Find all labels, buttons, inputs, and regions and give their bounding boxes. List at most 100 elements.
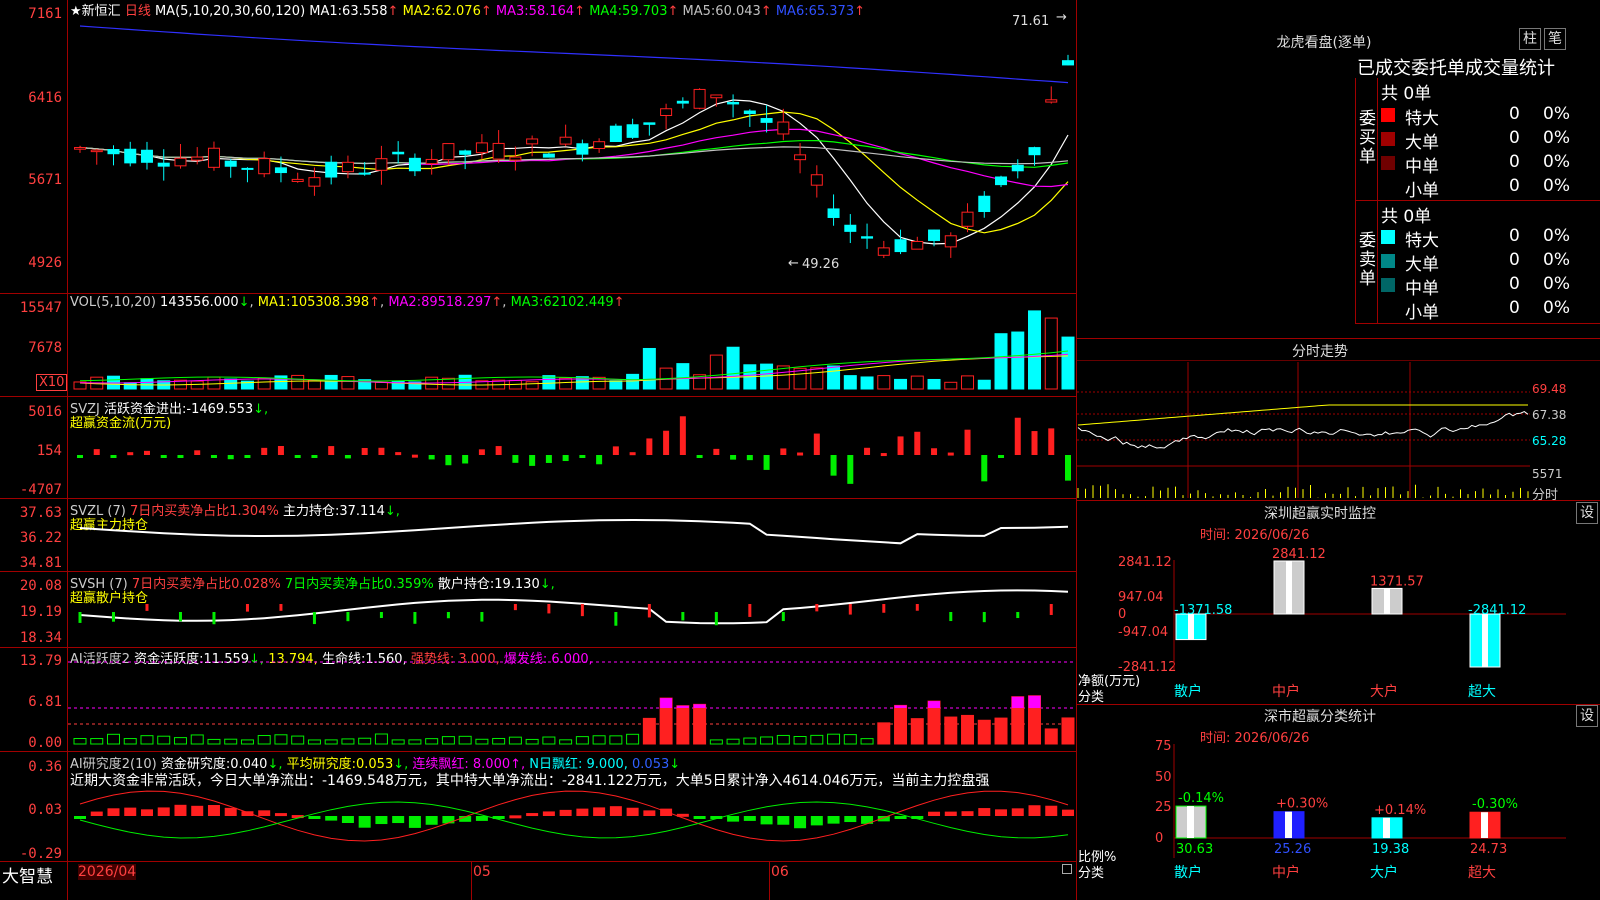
sz-monitor-category: 大户 bbox=[1370, 683, 1398, 700]
activity-bar bbox=[961, 714, 975, 745]
sz-monitor-bar-label: -1371.58 bbox=[1174, 603, 1232, 618]
candle-body bbox=[911, 240, 924, 250]
buy-side-label: 委买单 bbox=[1359, 109, 1376, 167]
candle-body bbox=[1011, 164, 1024, 172]
fund-flow-bar bbox=[110, 455, 117, 458]
fund-flow-bar bbox=[981, 455, 988, 482]
intraday-y-tick: 69.48 bbox=[1532, 382, 1567, 396]
activity-bar bbox=[693, 703, 707, 745]
sz-class-settings-button[interactable]: 设 bbox=[1576, 705, 1598, 727]
buy-s-pct: 0% bbox=[1543, 176, 1570, 196]
bar-mode-button[interactable]: 柱 bbox=[1519, 28, 1541, 50]
fund-flow-bar bbox=[210, 455, 217, 458]
candle-body bbox=[492, 142, 505, 160]
activity-bar bbox=[441, 736, 455, 745]
research-bar bbox=[559, 809, 572, 816]
sz-class-bar bbox=[1371, 817, 1403, 839]
sz-class-bar bbox=[1175, 805, 1207, 839]
main-position-line bbox=[79, 518, 1069, 545]
activity-bar bbox=[626, 733, 640, 745]
panel-divider bbox=[1077, 360, 1600, 361]
candle-body bbox=[459, 150, 472, 155]
candle-body bbox=[877, 247, 890, 256]
fund-flow-bar bbox=[411, 454, 418, 458]
fund-flow-bar bbox=[696, 455, 703, 458]
sz-monitor-bar bbox=[1469, 613, 1501, 668]
sell-l-label: 大单 bbox=[1405, 255, 1439, 275]
volume-bar bbox=[709, 354, 723, 390]
research-bar bbox=[961, 811, 974, 816]
sz-monitor-y-tick: 0 bbox=[1118, 607, 1126, 622]
research-bar bbox=[693, 816, 706, 819]
activity-bar bbox=[525, 738, 539, 745]
activity-burst bbox=[928, 701, 941, 708]
candle-body bbox=[810, 174, 823, 186]
activity-bar bbox=[559, 739, 573, 745]
fund-flow-bar bbox=[227, 455, 234, 460]
candle-body bbox=[777, 121, 790, 135]
candle-body bbox=[258, 158, 271, 175]
retail-tick bbox=[915, 604, 919, 611]
activity-bar bbox=[977, 719, 991, 745]
fund-flow-bar bbox=[813, 433, 820, 455]
fund-flow-bar bbox=[462, 455, 469, 464]
sell-m-pct: 0% bbox=[1543, 274, 1570, 294]
candle-body bbox=[995, 176, 1008, 186]
research-bar bbox=[191, 805, 204, 816]
candle-body bbox=[509, 156, 522, 161]
sz-class-category: 超大 bbox=[1468, 865, 1496, 881]
main-chart-area[interactable]: 7161 6416 5671 4926 15547 7678 X10 5016 … bbox=[0, 0, 1076, 900]
activity-bar bbox=[592, 735, 606, 745]
volume-bar bbox=[944, 381, 958, 390]
sz-monitor-settings-button[interactable]: 设 bbox=[1576, 502, 1598, 524]
sell-l-pct: 0% bbox=[1543, 250, 1570, 270]
candle-body bbox=[542, 153, 555, 158]
volume-bar bbox=[927, 378, 941, 390]
ma-line-1 bbox=[79, 99, 1069, 245]
sz-class-y-tick: 0 bbox=[1155, 831, 1163, 846]
candle-body bbox=[124, 148, 137, 164]
research-bar bbox=[325, 816, 338, 821]
fund-flow-bar bbox=[294, 455, 301, 458]
volume-bar bbox=[810, 367, 824, 390]
activity-bar bbox=[358, 737, 372, 745]
retail-tick bbox=[748, 604, 752, 617]
panel-divider bbox=[1077, 500, 1600, 501]
sell-m-count: 0 bbox=[1509, 274, 1520, 294]
activity-bar bbox=[810, 734, 824, 745]
research-bar bbox=[207, 805, 220, 816]
fund-flow-bar bbox=[880, 453, 887, 457]
retail-tick bbox=[1016, 612, 1020, 619]
sz-monitor-bar bbox=[1273, 560, 1305, 615]
fund-flow-bar bbox=[428, 455, 435, 460]
activity-bar bbox=[709, 739, 723, 745]
sz-monitor-bar-highlight bbox=[1286, 561, 1292, 614]
dragon-tiger-tabs[interactable]: 已成交委托单成交量统计 bbox=[1357, 54, 1555, 80]
fund-flow-bar bbox=[931, 448, 938, 455]
fund-flow-bar bbox=[998, 455, 1005, 458]
sz-class-bar-highlight bbox=[1187, 806, 1194, 838]
research-bar bbox=[425, 816, 438, 825]
research-bar bbox=[157, 807, 170, 816]
fund-flow-bar bbox=[612, 446, 619, 455]
activity-bar bbox=[910, 718, 924, 745]
research-bar bbox=[542, 811, 555, 816]
candle-body bbox=[727, 101, 740, 105]
research-bar bbox=[643, 810, 656, 816]
retail-tick bbox=[681, 612, 685, 621]
activity-bar bbox=[575, 736, 589, 745]
activity-bar bbox=[793, 736, 807, 745]
retail-tick bbox=[882, 604, 886, 613]
intraday-title: 分时走势 bbox=[1292, 344, 1348, 360]
research-bar bbox=[392, 816, 405, 824]
activity-bar bbox=[224, 738, 238, 745]
candle-body bbox=[1028, 147, 1041, 156]
research-bar bbox=[978, 808, 991, 816]
buy-m-swatch bbox=[1381, 156, 1395, 170]
volume-bar bbox=[843, 375, 857, 390]
candle-body bbox=[90, 149, 103, 153]
candle-body bbox=[425, 158, 438, 165]
sz-monitor-bar-label: 1371.57 bbox=[1370, 574, 1424, 589]
fund-flow-bar bbox=[495, 446, 502, 455]
tick-mode-button[interactable]: 笔 bbox=[1544, 28, 1566, 50]
